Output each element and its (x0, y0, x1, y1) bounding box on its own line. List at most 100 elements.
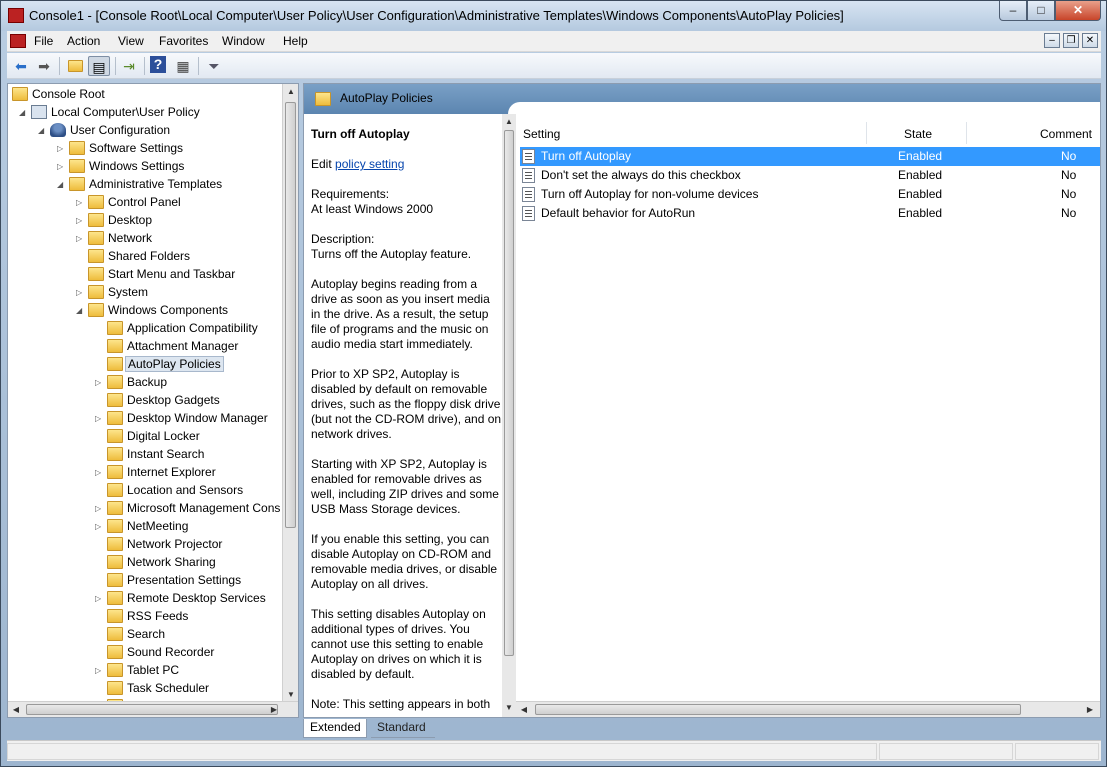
scroll-left-arrow-icon[interactable]: ◀ (8, 702, 24, 717)
tree-item-label: Application Compatibility (127, 321, 258, 335)
scroll-down-arrow-icon[interactable]: ▼ (502, 700, 516, 716)
menu-favorites[interactable]: Favorites (159, 34, 208, 48)
filter-icon[interactable]: ⏷ (204, 56, 224, 76)
menu-file[interactable]: File (34, 34, 53, 48)
console-doc-icon[interactable] (10, 34, 26, 48)
menu-window[interactable]: Window (222, 34, 265, 48)
tree-item-label: Software Settings (89, 141, 184, 155)
column-header-setting[interactable]: Setting (523, 124, 560, 146)
forward-icon[interactable]: ➡ (34, 56, 54, 76)
scroll-up-arrow-icon[interactable]: ▲ (283, 84, 298, 100)
folder-icon (107, 555, 123, 569)
list-row[interactable]: Don't set the always do this checkbox Ena… (520, 166, 1100, 185)
tree-item-label: AutoPlay Policies (125, 356, 224, 372)
folder-icon (88, 267, 104, 281)
tree-item-label: Location and Sensors (127, 483, 244, 497)
description-scrollbar[interactable]: ▲ ▼ (502, 114, 516, 717)
back-icon[interactable]: ⬅ (11, 56, 31, 76)
tree-item-label: Console Root (32, 87, 105, 101)
folder-icon (107, 681, 123, 695)
expand-toggle-icon[interactable]: ◢ (19, 108, 27, 118)
mdi-restore-button[interactable]: ❐ (1063, 33, 1079, 48)
tree-vertical-scrollbar[interactable]: ▲ ▼ (282, 84, 298, 703)
expand-toggle-icon[interactable]: ▷ (76, 288, 84, 298)
expand-toggle-icon[interactable]: ▷ (95, 468, 103, 478)
setting-state: Enabled (898, 206, 943, 220)
list-row[interactable]: Turn off Autoplay for non-volume devices… (520, 185, 1100, 204)
tab-extended[interactable]: Extended (303, 719, 367, 738)
list-row[interactable]: Default behavior for AutoRun Enabled No (520, 204, 1100, 223)
list-hscroll-thumb[interactable] (535, 704, 1021, 715)
expand-toggle-icon[interactable]: ▷ (76, 198, 84, 208)
column-divider[interactable] (866, 122, 867, 144)
window-title: Console1 - [Console Root\Local Computer\… (29, 8, 844, 23)
expand-toggle-icon[interactable]: ▷ (76, 216, 84, 226)
expand-toggle-icon[interactable]: ▷ (76, 234, 84, 244)
policy-setting-link[interactable]: policy setting (335, 157, 404, 171)
scroll-up-arrow-icon[interactable]: ▲ (502, 114, 516, 130)
up-folder-icon[interactable] (65, 56, 85, 76)
expand-toggle-icon[interactable]: ▷ (95, 378, 103, 388)
expand-toggle-icon[interactable]: ▷ (95, 594, 103, 604)
scroll-right-arrow-icon[interactable]: ▶ (266, 702, 282, 717)
folder-icon (107, 609, 123, 623)
expand-toggle-icon[interactable]: ▷ (95, 666, 103, 676)
setting-state: Enabled (898, 187, 943, 201)
tab-standard[interactable]: Standard (371, 719, 435, 738)
menu-help[interactable]: Help (283, 34, 308, 48)
tree-item-label: Administrative Templates (89, 177, 223, 191)
expand-toggle-icon[interactable]: ▷ (57, 144, 65, 154)
description-paragraph: This setting disables Autoplay on additi… (311, 607, 486, 681)
scroll-right-arrow-icon[interactable]: ▶ (1082, 702, 1098, 717)
folder-icon (107, 591, 123, 605)
expand-toggle-icon[interactable]: ▷ (95, 504, 103, 514)
no-expander (95, 324, 103, 334)
tree-item-label: User Configuration (70, 123, 171, 137)
tree-item-label: Desktop (108, 213, 153, 227)
show-hide-tree-icon[interactable]: ▤ (88, 56, 110, 76)
tree-hscroll-thumb[interactable] (26, 704, 278, 715)
expand-toggle-icon[interactable]: ▷ (57, 162, 65, 172)
no-expander (95, 360, 103, 370)
scroll-left-arrow-icon[interactable]: ◀ (516, 702, 532, 717)
mdi-close-button[interactable]: ✕ (1082, 33, 1098, 48)
properties-icon[interactable]: ▦ (173, 56, 193, 76)
list-horizontal-scrollbar[interactable]: ◀ ▶ (516, 701, 1100, 717)
column-header-state[interactable]: State (904, 124, 932, 146)
column-divider[interactable] (966, 122, 967, 144)
menu-action[interactable]: Action (67, 34, 100, 48)
no-expander (95, 450, 103, 460)
column-header-comment[interactable]: Comment (1040, 124, 1092, 146)
toolbar-separator (198, 57, 199, 75)
menu-view[interactable]: View (118, 34, 144, 48)
tree-vscroll-thumb[interactable] (285, 102, 296, 528)
policy-icon (31, 105, 47, 119)
expand-toggle-icon[interactable]: ◢ (57, 180, 65, 190)
no-expander (95, 540, 103, 550)
mmc-app-icon[interactable] (8, 8, 24, 23)
expand-toggle-icon[interactable]: ▷ (95, 522, 103, 532)
tree-item-label: Presentation Settings (127, 573, 242, 587)
export-list-icon[interactable]: ⇥ (119, 56, 139, 76)
expand-toggle-icon[interactable]: ◢ (76, 306, 84, 316)
setting-state: Enabled (898, 168, 943, 182)
description-paragraph: Requirements: At least Windows 2000 (311, 187, 434, 216)
description-paragraph: Starting with XP SP2, Autoplay is enable… (311, 457, 499, 516)
folder-icon (107, 501, 123, 515)
description-scroll-thumb[interactable] (504, 130, 514, 656)
tree-item-label: Windows Components (108, 303, 229, 317)
tree-horizontal-scrollbar[interactable]: ◀ ▶ (8, 701, 298, 717)
expand-toggle-icon[interactable]: ▷ (95, 414, 103, 424)
expand-toggle-icon[interactable]: ◢ (38, 126, 46, 136)
description-paragraph: Prior to XP SP2, Autoplay is disabled by… (311, 367, 502, 441)
folder-icon (69, 159, 85, 173)
folder-icon (107, 375, 123, 389)
tree-item-label: Search (127, 627, 166, 641)
maximize-button[interactable]: □ (1027, 1, 1055, 21)
minimize-button[interactable]: – (999, 1, 1027, 21)
help-icon[interactable]: ? (150, 56, 166, 73)
list-row[interactable]: Turn off Autoplay Enabled No (520, 147, 1100, 166)
close-button[interactable]: ✕ (1055, 1, 1101, 21)
folder-icon (88, 303, 104, 317)
mdi-minimize-button[interactable]: – (1044, 33, 1060, 48)
